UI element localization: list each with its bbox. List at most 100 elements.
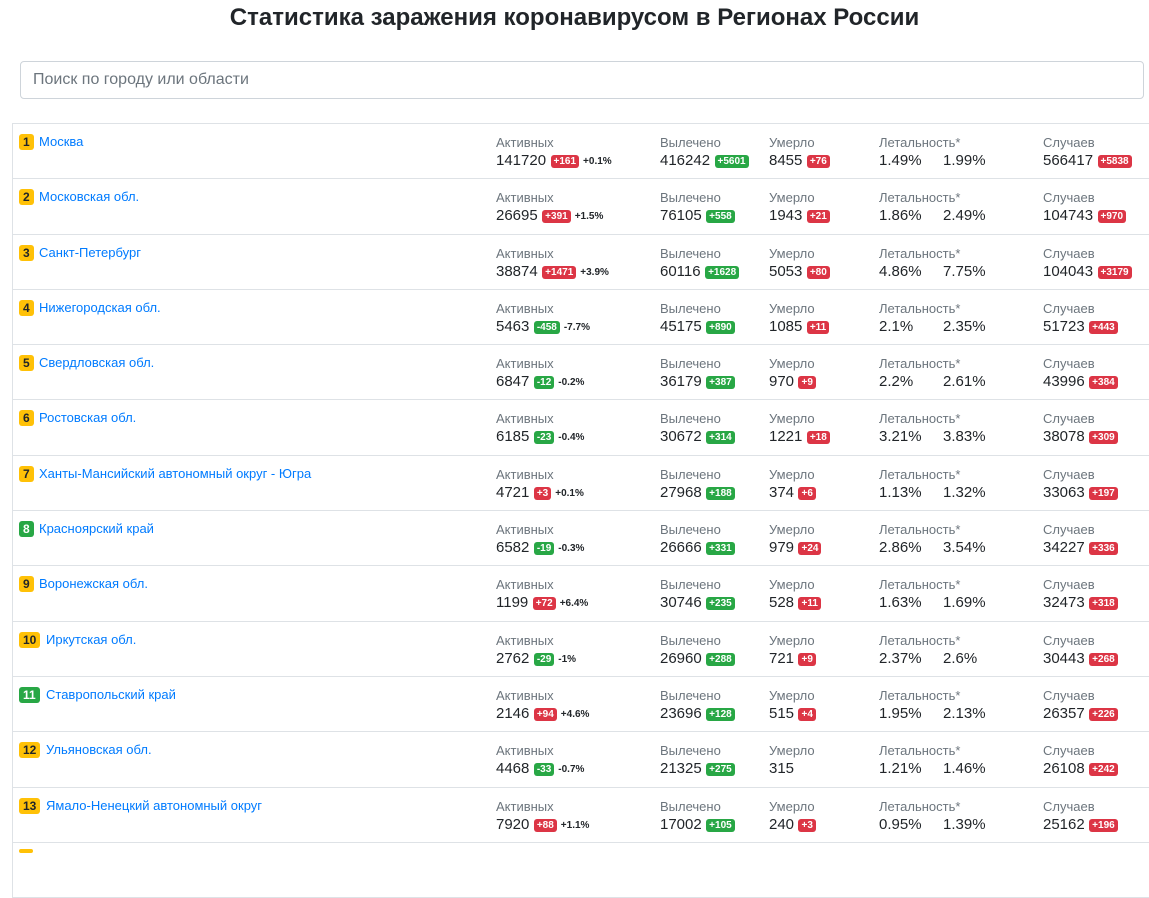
recovered-cell: Вылечено 26666 +331: [660, 522, 735, 558]
cases-cell: Случаев 33063 +197: [1043, 467, 1118, 503]
lethality-label: Летальность*: [879, 466, 961, 482]
region-link[interactable]: Московская обл.: [39, 189, 139, 205]
active-value: 2146: [496, 704, 530, 722]
recovered-label: Вылечено: [660, 300, 721, 316]
rank-badge: 3: [19, 244, 34, 261]
lethality-value-2: 2.35%: [943, 317, 986, 335]
active-cell: Активных 7920 +88 +1.1%: [496, 799, 589, 835]
active-value: 141720: [496, 152, 547, 169]
recovered-delta-badge: +314: [706, 431, 735, 445]
deaths-value: 8455: [769, 152, 803, 169]
cases-delta-badge: +318: [1089, 597, 1118, 611]
recovered-label: Вылечено: [660, 577, 721, 593]
cases-cell: Случаев 104043 +3179: [1043, 246, 1132, 282]
region-link[interactable]: Красноярский край: [39, 521, 154, 537]
recovered-delta-badge: +890: [706, 320, 735, 334]
recovered-value: 60116: [660, 262, 701, 280]
cases-value: 26108: [1043, 760, 1085, 778]
cases-value: 104043: [1043, 262, 1094, 280]
active-label: Активных: [496, 356, 554, 372]
active-cell: Активных 141720 +161 +0.1%: [496, 135, 612, 171]
cases-label: Случаев: [1043, 798, 1095, 814]
cases-label: Случаев: [1043, 300, 1095, 316]
active-percent: +0.1%: [583, 156, 612, 167]
deaths-delta-badge: +9: [798, 376, 816, 390]
active-cell: Активных 4721 +3 +0.1%: [496, 467, 584, 503]
active-cell: Активных 1199 +72 +6.4%: [496, 577, 588, 613]
lethality-value-2: 2.6%: [943, 649, 978, 667]
active-percent: +0.1%: [555, 487, 584, 499]
deaths-label: Умерло: [769, 190, 815, 206]
deaths-cell: Умерло 979 +24: [769, 522, 822, 558]
page-title: Статистика заражения коронавирусом в Рег…: [229, 4, 920, 31]
lethality-label: Летальность*: [879, 411, 961, 427]
table-row: 11 Ставропольский край Активных 2146 +94 +4.…: [13, 677, 1149, 733]
recovered-delta-badge: +331: [706, 542, 735, 556]
region-link[interactable]: Ямало-Ненецкий автономный округ: [46, 798, 262, 814]
lethality-cell: Летальность* 4.86% 7.75%: [879, 246, 986, 282]
active-percent: +4.6%: [560, 708, 590, 720]
active-value: 26695: [496, 207, 538, 225]
lethality-value-1: 2.37%: [879, 649, 922, 667]
active-cell: Активных 38874 +1471 +3.9%: [496, 246, 609, 282]
deaths-value: 1085: [769, 317, 803, 335]
region-link[interactable]: Москва: [39, 134, 83, 150]
lethality-cell: Летальность* 1.86% 2.49%: [879, 190, 986, 226]
active-label: Активных: [496, 190, 554, 206]
region-link[interactable]: Воронежская обл.: [39, 576, 148, 592]
table-row: 4 Нижегородская обл. Активных 5463 -458 -7.7…: [13, 290, 1149, 346]
region-link[interactable]: Иркутская обл.: [46, 632, 136, 648]
rank-badge: 5: [19, 355, 34, 372]
active-percent: -7.7%: [563, 321, 590, 333]
lethality-value-1: 1.49%: [879, 152, 922, 169]
region-link[interactable]: Ульяновская обл.: [46, 742, 152, 758]
lethality-cell: Летальность* 2.1% 2.35%: [879, 301, 986, 337]
recovered-cell: Вылечено 21325 +275: [660, 743, 735, 779]
lethality-value-2: 1.39%: [943, 815, 986, 833]
lethality-value-2: 3.83%: [943, 428, 986, 446]
lethality-value-1: 1.63%: [879, 594, 922, 612]
active-delta-badge: -33: [533, 763, 555, 777]
recovered-delta-badge: +558: [706, 210, 735, 224]
active-percent: +1.5%: [574, 211, 604, 223]
region-link[interactable]: Ростовская обл.: [39, 410, 136, 426]
recovered-delta-badge: +105: [706, 818, 735, 832]
lethality-value-2: 1.69%: [943, 594, 986, 612]
active-percent: +3.9%: [580, 266, 609, 278]
deaths-value: 970: [769, 373, 795, 391]
rank-badge: 11: [19, 686, 40, 703]
active-percent: -0.3%: [558, 543, 585, 555]
table-row: 3 Санкт-Петербург Активных 38874 +1471 +3.9%…: [13, 235, 1149, 290]
cases-cell: Случаев 38078 +309: [1043, 411, 1118, 447]
region-link[interactable]: Свердловская обл.: [39, 355, 154, 371]
region-link[interactable]: Ханты-Мансийский автономный округ - Югра: [39, 466, 311, 482]
deaths-label: Умерло: [769, 798, 815, 814]
active-value: 5463: [496, 317, 530, 335]
deaths-delta-badge: +76: [806, 155, 830, 168]
cases-value: 30443: [1043, 649, 1085, 667]
deaths-delta-badge: +11: [798, 597, 821, 611]
deaths-label: Умерло: [769, 135, 815, 150]
active-cell: Активных 6185 -23 -0.4%: [496, 411, 584, 447]
region-link[interactable]: Санкт-Петербург: [39, 245, 141, 261]
cases-cell: Случаев 25162 +196: [1043, 799, 1118, 835]
lethality-value-2: 2.61%: [943, 373, 986, 391]
recovered-label: Вылечено: [660, 411, 721, 427]
deaths-value: 1221: [769, 428, 803, 446]
region-link[interactable]: Ставропольский край: [46, 687, 176, 703]
active-delta-badge: +72: [532, 597, 556, 611]
lethality-cell: Летальность* 1.49% 1.99%: [879, 135, 986, 171]
lethality-label: Летальность*: [879, 743, 961, 759]
deaths-delta-badge: +24: [798, 542, 822, 556]
recovered-value: 30746: [660, 594, 702, 612]
search-input[interactable]: [20, 61, 1144, 99]
active-label: Активных: [496, 577, 554, 593]
active-label: Активных: [496, 743, 554, 759]
recovered-cell: Вылечено 23696 +128: [660, 688, 735, 724]
deaths-label: Умерло: [769, 411, 815, 427]
region-link[interactable]: Нижегородская обл.: [39, 300, 161, 316]
cases-cell: Случаев 30443 +268: [1043, 633, 1118, 669]
table-row: 2 Московская обл. Активных 26695 +391 +1.5% В…: [13, 179, 1149, 235]
recovered-label: Вылечено: [660, 743, 721, 759]
lethality-value-1: 2.86%: [879, 539, 922, 557]
